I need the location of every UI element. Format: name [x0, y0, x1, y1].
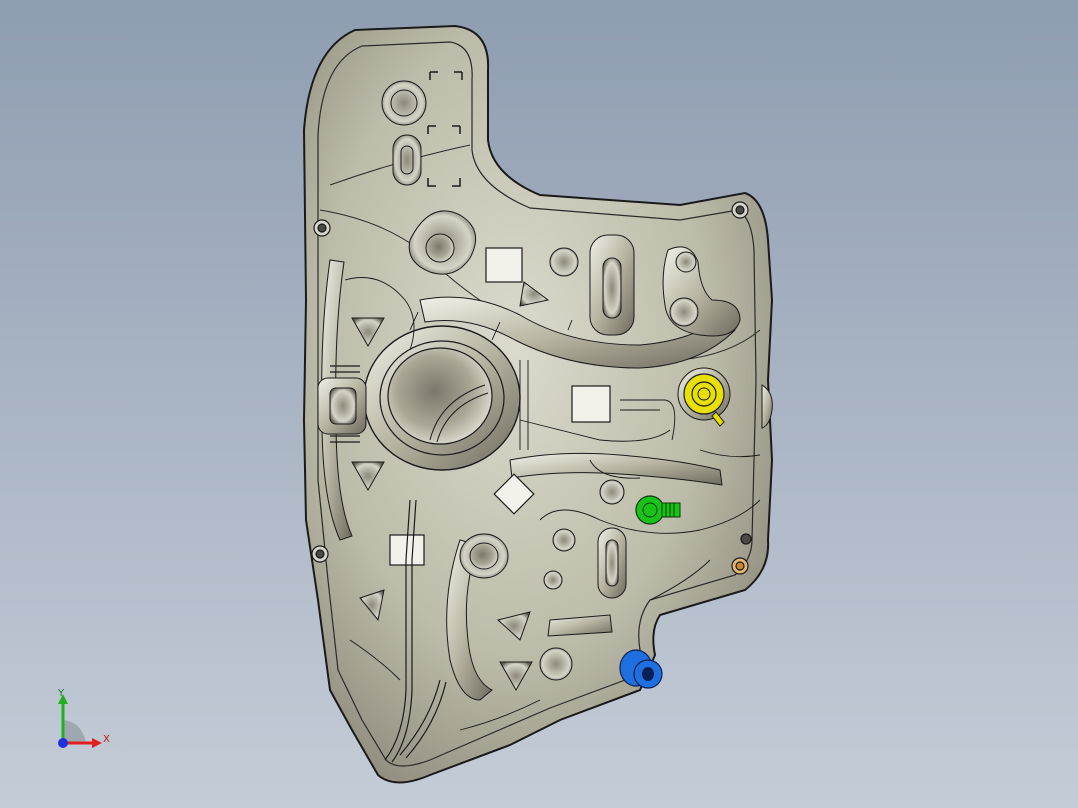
fuel-tank-3d-model[interactable] [0, 0, 1078, 808]
pump-module-opening[interactable] [363, 325, 521, 471]
x-axis-arrow [92, 738, 102, 748]
z-axis-dot [58, 738, 68, 748]
y-axis-label: Y [58, 688, 65, 699]
mounting-pad-2 [571, 385, 611, 423]
cad-viewport[interactable]: Y X [0, 0, 1078, 808]
mounting-pad-1 [485, 247, 523, 283]
x-axis-label: X [103, 734, 110, 745]
